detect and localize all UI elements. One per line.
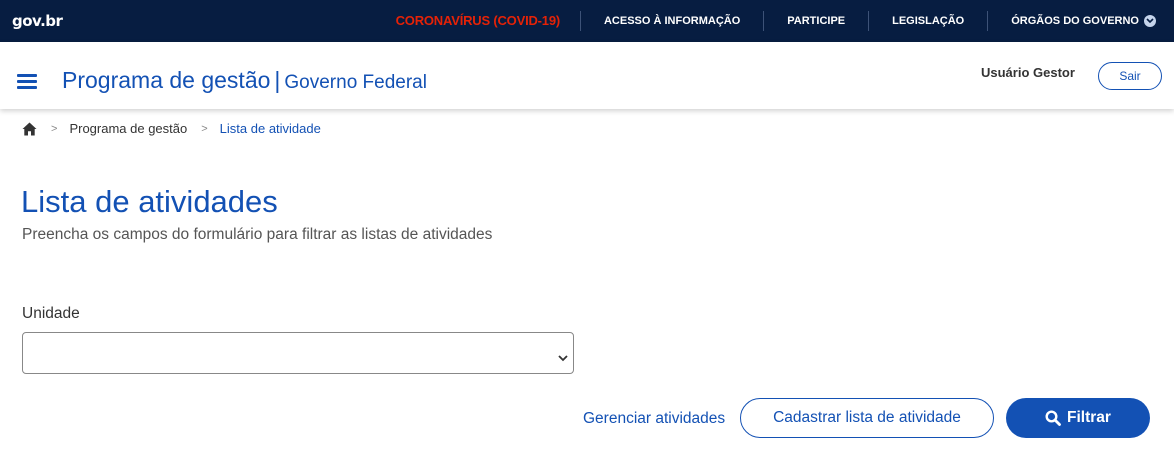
home-icon[interactable] <box>22 122 37 136</box>
app-title-sub: Governo Federal <box>284 72 427 93</box>
unidade-label: Unidade <box>22 305 80 322</box>
chevron-down-icon <box>558 349 568 367</box>
breadcrumb-separator: > <box>51 122 58 135</box>
hamburger-menu-icon[interactable] <box>17 74 37 90</box>
search-icon <box>1045 410 1061 426</box>
manage-activities-link[interactable]: Gerenciar atividades <box>583 410 725 428</box>
breadcrumb-item-current: Lista de atividade <box>219 121 321 136</box>
app-header: Programa de gestão | Governo Federal Usuár… <box>0 42 1174 109</box>
breadcrumb-separator: > <box>201 122 208 135</box>
covid-link[interactable]: CORONAVÍRUS (COVID-19) <box>396 11 580 31</box>
filter-button-label: Filtrar <box>1067 409 1111 426</box>
page-subtitle: Preencha os campos do formulário para fi… <box>22 226 493 243</box>
app-title-main: Programa de gestão <box>62 67 271 93</box>
breadcrumb-item-programa[interactable]: Programa de gestão <box>69 121 187 136</box>
page-title: Lista de atividades <box>21 184 278 219</box>
acesso-informacao-link[interactable]: ACESSO À INFORMAÇÃO <box>579 11 763 31</box>
legislacao-link[interactable]: LEGISLAÇÃO <box>868 11 987 31</box>
unidade-select[interactable] <box>22 332 574 374</box>
govbr-logo[interactable]: gov.br <box>12 12 63 30</box>
gov-top-links: CORONAVÍRUS (COVID-19) ACESSO À INFORMAÇ… <box>396 0 1156 42</box>
orgaos-governo-label: ÓRGÃOS DO GOVERNO <box>1011 15 1139 27</box>
title-separator: | <box>274 67 281 93</box>
gov-top-bar: gov.br CORONAVÍRUS (COVID-19) ACESSO À I… <box>0 0 1174 42</box>
chevron-down-icon <box>1144 15 1156 27</box>
breadcrumb: > Programa de gestão > Lista de atividad… <box>22 121 321 136</box>
user-name: Usuário Gestor <box>981 65 1075 80</box>
app-title: Programa de gestão | Governo Federal <box>62 67 427 94</box>
logout-button[interactable]: Sair <box>1098 62 1162 90</box>
orgaos-governo-link[interactable]: ÓRGÃOS DO GOVERNO <box>987 11 1156 31</box>
filter-button[interactable]: Filtrar <box>1006 398 1150 438</box>
participe-link[interactable]: PARTICIPE <box>763 11 868 31</box>
register-activity-list-button[interactable]: Cadastrar lista de atividade <box>740 398 994 438</box>
